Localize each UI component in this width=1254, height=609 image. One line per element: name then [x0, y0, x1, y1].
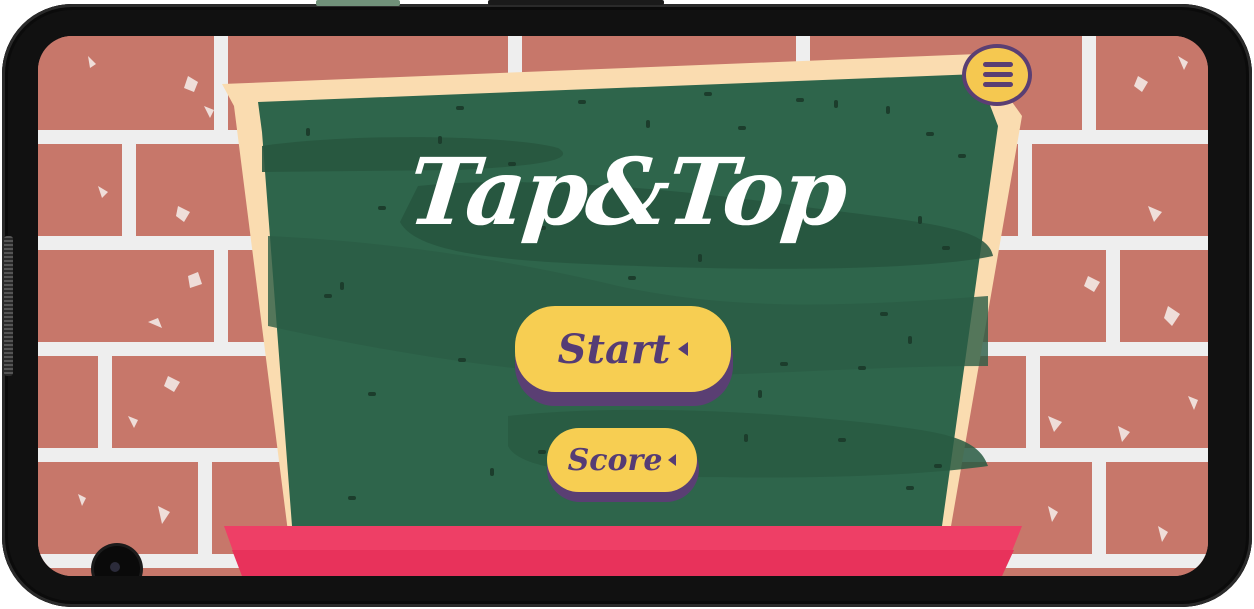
- phone-grip: [4, 236, 13, 376]
- caret-left-icon: [678, 342, 689, 356]
- score-button[interactable]: Score: [547, 428, 697, 492]
- start-button-label: Start: [557, 325, 671, 373]
- menu-button[interactable]: [962, 44, 1032, 106]
- phone-side-button: [316, 0, 400, 6]
- start-button[interactable]: Start: [515, 306, 731, 392]
- caret-left-icon: [668, 454, 677, 466]
- phone-top-bezel: [488, 0, 664, 5]
- game-title: Tap&Top: [403, 138, 851, 246]
- score-button-label: Score: [567, 442, 663, 478]
